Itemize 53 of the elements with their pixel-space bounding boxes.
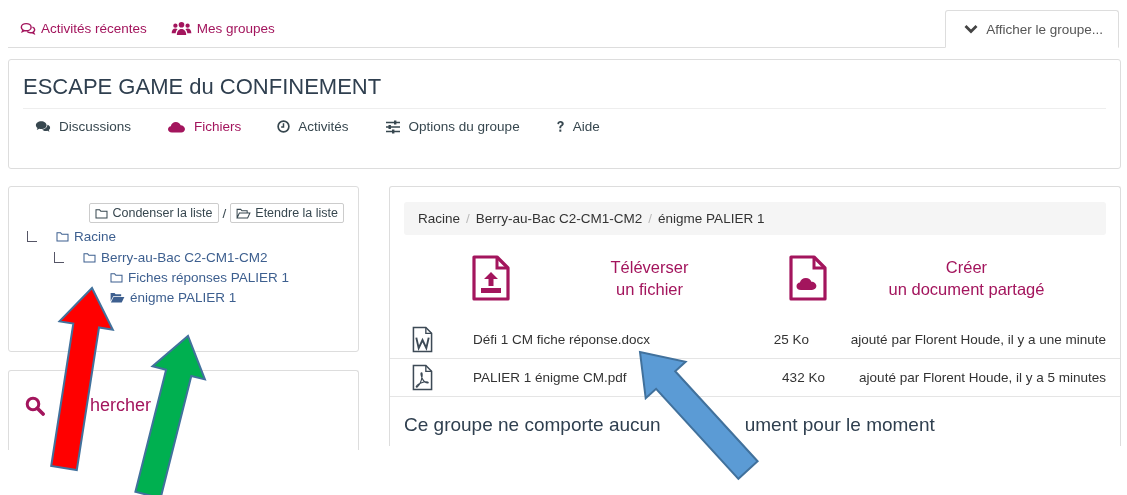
group-nav-tab[interactable]: Options du groupe bbox=[384, 119, 534, 134]
file-name[interactable]: Défi 1 CM fiche réponse.docx bbox=[473, 332, 774, 347]
nav-tab[interactable]: Mes groupes bbox=[158, 9, 287, 47]
open-folder-icon bbox=[110, 292, 125, 303]
breadcrumb-separator: / bbox=[647, 211, 654, 226]
chat-bubbles-icon bbox=[20, 21, 36, 35]
folder-icon bbox=[110, 272, 123, 283]
breadcrumb-item: énigme PALIER 1 bbox=[658, 211, 765, 226]
group-nav-tab[interactable]: Activités bbox=[277, 119, 363, 134]
open-folder-icon bbox=[236, 207, 252, 219]
group-nav-tab[interactable]: Fichiers bbox=[167, 119, 256, 134]
word-document-icon bbox=[412, 326, 433, 353]
file-added: ajouté par Florent Houde, il y a 5 minutes bbox=[859, 370, 1106, 385]
tree-item[interactable]: Fiches réponses PALIER 1 bbox=[110, 270, 290, 285]
nav-tab[interactable]: Activités récentes bbox=[8, 9, 159, 47]
file-size: 432 Ko bbox=[782, 370, 826, 385]
cloud-document-icon bbox=[789, 255, 827, 301]
folder-icon bbox=[56, 231, 69, 242]
tree-item[interactable]: Berry-au-Bac C2-CM1-CM2 bbox=[83, 250, 268, 265]
file-size: 25 Ko bbox=[773, 332, 811, 347]
file-upload-icon bbox=[472, 255, 510, 301]
folder-icon bbox=[95, 207, 109, 219]
empty-message: Ce groupe ne comporte aucun bbox=[404, 414, 661, 436]
empty-message: ument pour le moment bbox=[744, 414, 935, 436]
search-icon bbox=[25, 395, 45, 416]
pdf-document-icon bbox=[412, 364, 433, 391]
list-button[interactable]: Etendre la liste bbox=[230, 203, 344, 223]
cloud-icon bbox=[167, 120, 187, 133]
tree-item[interactable]: énigme PALIER 1 bbox=[110, 290, 237, 305]
folder-icon bbox=[83, 252, 96, 263]
users-icon bbox=[170, 20, 192, 36]
chat-bubbles-icon bbox=[35, 120, 51, 133]
group-nav-tab[interactable]: Discussions bbox=[35, 119, 146, 134]
question-mark-icon bbox=[555, 120, 565, 133]
breadcrumb-item[interactable]: Racine bbox=[418, 211, 461, 226]
list-button[interactable]: Condenser la liste bbox=[89, 203, 219, 223]
breadcrumb-separator: / bbox=[465, 211, 471, 226]
tree-line bbox=[54, 252, 64, 263]
group-title: ESCAPE GAME du CONFINEMENT bbox=[23, 60, 1106, 109]
action-link[interactable]: Téléverser un fichier bbox=[510, 256, 789, 300]
action-link[interactable]: Créer un document partagé bbox=[827, 256, 1106, 300]
tree-line bbox=[27, 231, 37, 242]
clock-icon bbox=[277, 120, 291, 133]
separator: / bbox=[222, 205, 227, 221]
chevron-down-icon bbox=[964, 24, 979, 34]
file-name[interactable]: PALIER 1 énigme CM.pdf bbox=[473, 370, 783, 385]
search-title: hercher bbox=[90, 395, 152, 416]
sliders-icon bbox=[384, 119, 401, 134]
group-nav-tab[interactable]: Aide bbox=[555, 119, 614, 134]
group-toggle-button[interactable]: Afficher le groupe... bbox=[945, 10, 1119, 48]
tree-item[interactable]: Racine bbox=[56, 229, 117, 244]
file-added: ajouté par Florent Houde, il y a une minute bbox=[850, 332, 1106, 347]
breadcrumb-item[interactable]: Berry-au-Bac C2-CM1-CM2 bbox=[475, 211, 643, 226]
